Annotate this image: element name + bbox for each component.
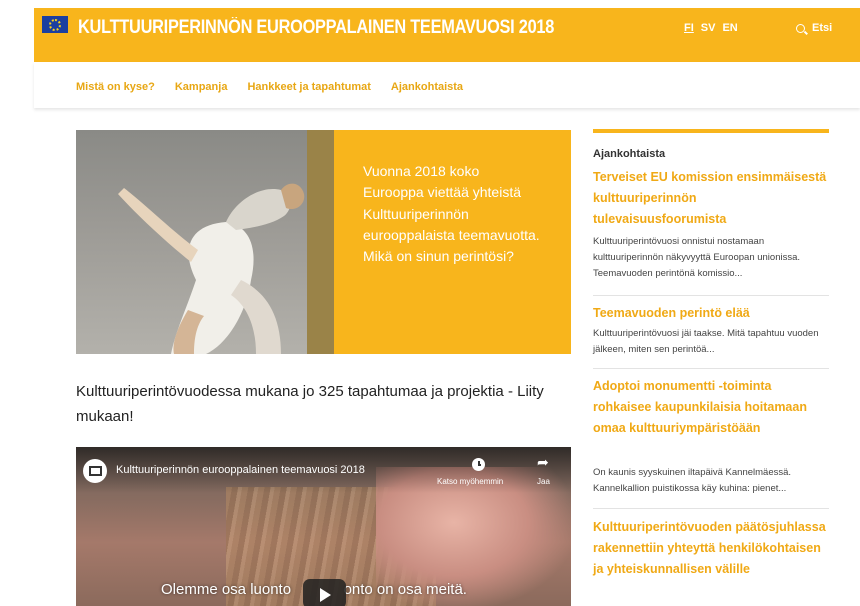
site-title[interactable]: KULTTUURIPERINNÖN EUROOPPALAINEN TEEMAVU… xyxy=(78,17,554,39)
language-switcher: FI SV EN xyxy=(684,22,738,34)
hero-banner[interactable]: Vuonna 2018 koko Eurooppa viettää yhteis… xyxy=(76,130,571,354)
main-nav: Mistä on kyse? Kampanja Hankkeet ja tapa… xyxy=(76,81,463,93)
news-item-title[interactable]: Kulttuuriperintövuoden päätösjuhlassa ra… xyxy=(593,517,829,580)
main-headline[interactable]: Kulttuuriperintövuodessa mukana jo 325 t… xyxy=(76,379,566,429)
play-button[interactable] xyxy=(303,579,346,606)
nav-item-kampanja[interactable]: Kampanja xyxy=(175,81,228,93)
sidebar-accent-rule xyxy=(593,129,829,133)
sidebar-heading: Ajankohtaista xyxy=(593,148,666,160)
search-icon xyxy=(796,23,805,33)
nav-item-mista-on-kyse[interactable]: Mistä on kyse? xyxy=(76,81,155,93)
news-item-excerpt: On kaunis syyskuinen iltapäivä Kannelmäe… xyxy=(593,467,792,494)
share-icon[interactable]: ➦ xyxy=(537,456,551,470)
news-item-title[interactable]: Teemavuoden perintö elää xyxy=(593,303,829,324)
hero-photo-edge xyxy=(307,130,334,354)
language-sv-link[interactable]: SV xyxy=(701,22,716,34)
search-label: Etsi xyxy=(812,22,833,34)
video-title[interactable]: Kulttuuriperinnön eurooppalainen teemavu… xyxy=(116,464,365,476)
channel-logo-icon[interactable] xyxy=(83,459,107,483)
news-divider xyxy=(593,508,829,509)
nav-item-ajankohtaista[interactable]: Ajankohtaista xyxy=(391,81,463,93)
eu-flag-icon xyxy=(42,16,68,33)
share-label[interactable]: Jaa xyxy=(537,477,550,486)
news-item-title[interactable]: Terveiset EU komission ensimmäisestä kul… xyxy=(593,167,829,230)
nav-item-hankkeet[interactable]: Hankkeet ja tapahtumat xyxy=(247,81,370,93)
news-item-title[interactable]: Adoptoi monumentti -toiminta rohkaisee k… xyxy=(593,376,829,439)
language-en-link[interactable]: EN xyxy=(722,22,737,34)
news-item-excerpt: Kulttuuriperintövuosi onnistui nostamaan… xyxy=(593,236,801,279)
hero-text: Vuonna 2018 koko Eurooppa viettää yhteis… xyxy=(363,163,540,265)
news-divider xyxy=(593,295,829,296)
video-player[interactable]: Kulttuuriperinnön eurooppalainen teemavu… xyxy=(76,447,571,606)
search-button[interactable]: Etsi xyxy=(796,22,832,34)
watch-later-label[interactable]: Katso myöhemmin xyxy=(437,477,503,486)
language-fi-link[interactable]: FI xyxy=(684,22,694,34)
dancer-image xyxy=(118,183,305,354)
watch-later-icon[interactable] xyxy=(472,458,485,471)
news-divider xyxy=(593,368,829,369)
news-item-excerpt: Kulttuuriperintövuosi jäi taakse. Mitä t… xyxy=(593,328,819,355)
